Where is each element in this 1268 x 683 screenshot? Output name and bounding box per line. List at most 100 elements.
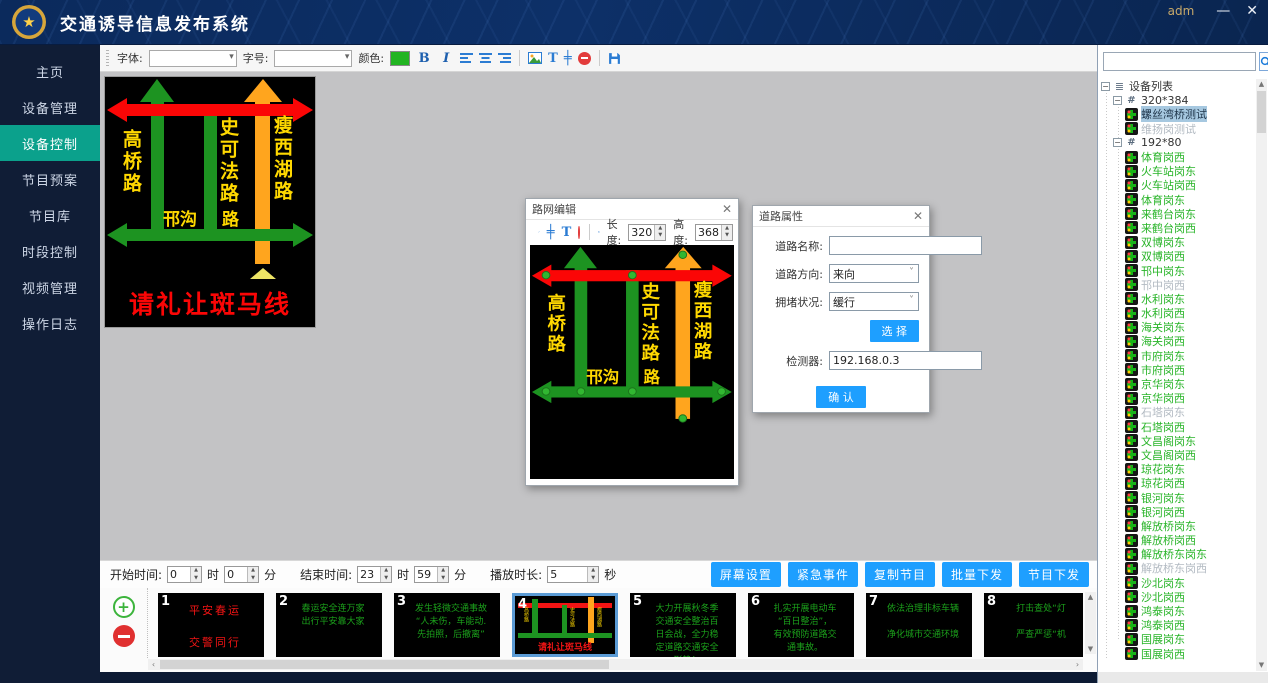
device-tree-node[interactable]: − 来鹤台岗东 [1101, 207, 1254, 221]
road-name-input[interactable] [829, 236, 982, 255]
device-tree-node[interactable]: − 双博岗西 [1101, 249, 1254, 263]
save-icon[interactable] [608, 52, 621, 65]
scroll-right-icon[interactable]: › [1072, 659, 1083, 670]
scrollbar-thumb[interactable] [160, 660, 609, 669]
playlist-item[interactable]: 6 扎实开展电动车 “百日整治”， 有效预防道路交 通事故。 高桥路 史可法路 … [748, 593, 854, 657]
playlist-item[interactable]: 4 高桥路 史可法路 瘦西湖路 请礼让斑马线 [512, 593, 618, 657]
device-tree-node[interactable]: − 来鹤台岗西 [1101, 221, 1254, 235]
device-tree-node[interactable]: − 解放桥岗西 [1101, 533, 1254, 547]
device-tree-node[interactable]: − 文昌阁岗东 [1101, 434, 1254, 448]
delete-program-button[interactable] [113, 625, 135, 647]
align-left-icon[interactable] [460, 53, 473, 64]
device-tree-node[interactable]: − 市府岗西 [1101, 363, 1254, 377]
search-button[interactable] [1259, 52, 1268, 71]
end-hour-spinner[interactable]: 23 ▲▼ [357, 566, 392, 583]
tree-expander-icon[interactable]: − [1101, 82, 1110, 91]
device-tree-node[interactable]: − 192*80 [1101, 136, 1254, 150]
scroll-up-icon[interactable]: ▲ [1256, 79, 1267, 90]
device-tree-node[interactable]: − 海关岗西 [1101, 334, 1254, 348]
device-search-input[interactable] [1103, 52, 1256, 71]
bold-button[interactable]: B [416, 51, 432, 66]
vertical-scrollbar[interactable]: ▲ ▼ [1085, 592, 1096, 654]
scroll-left-icon[interactable]: ‹ [148, 659, 159, 670]
font-size-select[interactable] [274, 50, 352, 67]
device-tree-node[interactable]: − 鸿泰岗东 [1101, 604, 1254, 618]
sidebar-item[interactable]: 设备控制 [0, 125, 100, 161]
playlist-item[interactable]: 5 大力开展秋冬季 交通安全整治百 日会战，全力稳 定道路交通安全 形势！ 高桥… [630, 593, 736, 657]
device-tree-node[interactable]: − 银河岗东 [1101, 490, 1254, 504]
device-tree-node[interactable]: − 体育岗西 [1101, 150, 1254, 164]
sign-preview-panel[interactable]: 高桥路 史可法路 瘦西湖路 邗沟 路 请礼让斑马线 [104, 76, 316, 328]
device-tree-node[interactable]: − 琼花岗东 [1101, 462, 1254, 476]
tree-expander-icon[interactable]: − [1113, 96, 1122, 105]
device-tree-node[interactable]: − 京华岗西 [1101, 391, 1254, 405]
device-tree-node[interactable]: − 文昌阁岗西 [1101, 448, 1254, 462]
end-minute-spinner[interactable]: 59 ▲▼ [414, 566, 449, 583]
dialog-close-button[interactable]: ✕ [913, 209, 923, 223]
scroll-down-icon[interactable]: ▼ [1085, 644, 1096, 654]
device-tree-node[interactable]: − 银河岗西 [1101, 505, 1254, 519]
align-right-icon[interactable] [498, 53, 511, 64]
length-spinner[interactable]: 320 ▲▼ [628, 224, 666, 241]
insert-text-icon[interactable]: T [562, 226, 572, 239]
control-point[interactable] [577, 387, 586, 395]
detector-input[interactable] [829, 351, 982, 370]
insert-text-icon[interactable]: T [548, 52, 558, 65]
scroll-up-icon[interactable]: ▲ [1085, 592, 1096, 602]
device-tree-node[interactable]: − 水利岗东 [1101, 292, 1254, 306]
tree-expander-icon[interactable]: − [1113, 138, 1122, 147]
road-edit-canvas[interactable]: 高桥路 史可法路 瘦西湖路 邗沟 路 [530, 245, 734, 479]
control-point[interactable] [717, 387, 726, 395]
horizontal-scrollbar[interactable]: ‹ › [148, 659, 1083, 670]
road-direction-select[interactable]: 来向 [829, 264, 919, 283]
congestion-select[interactable]: 缓行 [829, 292, 919, 311]
action-button[interactable]: 批量下发 [942, 562, 1012, 587]
sidebar-item[interactable]: 视频管理 [0, 269, 100, 305]
sidebar-item[interactable]: 设备管理 [0, 89, 100, 125]
sidebar-item[interactable]: 主页 [0, 53, 100, 89]
dialog-close-button[interactable]: ✕ [722, 202, 732, 216]
close-button[interactable]: ✕ [1246, 4, 1258, 18]
playlist-item[interactable]: 3 发生轻微交通事故 “人未伤，车能动. 先拍照，后撤离” 高桥路 史可法路 瘦… [394, 593, 500, 657]
device-tree-node[interactable]: − 水利岗西 [1101, 306, 1254, 320]
playlist-item[interactable]: 7 依法治理非标车辆 净化城市交通环境 高桥路 史可法路 瘦西湖路 请礼让斑马线 [866, 593, 972, 657]
action-button[interactable]: 节目下发 [1019, 562, 1089, 587]
align-center-icon[interactable] [479, 53, 492, 64]
remove-item-icon[interactable] [578, 226, 580, 239]
device-tree-node[interactable]: − 琼花岗西 [1101, 476, 1254, 490]
distribute-icon[interactable]: ╪ [564, 52, 572, 65]
device-tree-node[interactable]: − 海关岗东 [1101, 320, 1254, 334]
device-tree-node[interactable]: − 体育岗东 [1101, 193, 1254, 207]
control-point[interactable] [542, 387, 551, 395]
height-spinner[interactable]: 368 ▲▼ [695, 224, 733, 241]
confirm-button[interactable]: 确 认 [816, 386, 866, 408]
action-button[interactable]: 复制节目 [865, 562, 935, 587]
duration-spinner[interactable]: 5 ▲▼ [547, 566, 599, 583]
control-point[interactable] [678, 251, 687, 259]
device-tree-node[interactable]: − 国展岗东 [1101, 632, 1254, 646]
device-tree-node[interactable]: − 螺丝湾桥测试 [1101, 107, 1254, 121]
add-program-button[interactable]: + [113, 596, 135, 618]
device-tree-node[interactable]: − 解放桥东岗西 [1101, 561, 1254, 575]
device-tree-node[interactable]: − 维扬岗测试 [1101, 122, 1254, 136]
distribute-icon[interactable]: ╪ [547, 226, 555, 239]
select-detector-button[interactable]: 选 择 [870, 320, 920, 342]
playlist-item[interactable]: 1 平安春运 交警同行 高桥路 史可法路 瘦西湖路 请礼让斑马线 [158, 593, 264, 657]
control-point[interactable] [628, 387, 637, 395]
device-tree-node[interactable]: − 沙北岗西 [1101, 590, 1254, 604]
device-tree-node[interactable]: − 双博岗东 [1101, 235, 1254, 249]
insert-image-icon[interactable] [528, 52, 542, 64]
device-tree-node[interactable]: − 320*384 [1101, 93, 1254, 107]
save-icon[interactable] [598, 226, 600, 238]
remove-item-icon[interactable] [578, 52, 591, 65]
draw-line-icon[interactable] [538, 226, 540, 238]
scrollbar-thumb[interactable] [1257, 91, 1266, 133]
device-tree-node[interactable]: − 石塔岗西 [1101, 420, 1254, 434]
device-tree-node[interactable]: − 解放桥岗东 [1101, 519, 1254, 533]
start-hour-spinner[interactable]: 0 ▲▼ [167, 566, 202, 583]
action-button[interactable]: 屏幕设置 [711, 562, 781, 587]
control-point[interactable] [628, 271, 637, 279]
device-tree-node[interactable]: − 火车站岗东 [1101, 164, 1254, 178]
scroll-down-icon[interactable]: ▼ [1256, 660, 1267, 671]
playlist-item[interactable]: 2 春运安全连万家 出行平安靠大家 高桥路 史可法路 瘦西湖路 请礼让斑马线 [276, 593, 382, 657]
